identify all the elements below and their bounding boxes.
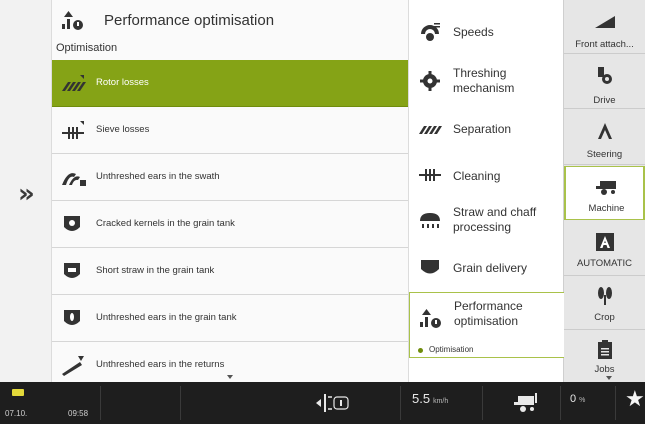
returns-icon [62,356,84,376]
percent-unit: % [579,397,586,404]
status-date: 07.10. [5,409,28,418]
percent-value: 0 [570,393,577,405]
tab-jobs[interactable]: Jobs [564,330,645,382]
list-item-label: Short straw in the grain tank [96,265,215,276]
tab-label: Jobs [594,364,615,375]
harvester-status-icon [514,393,537,412]
divider [615,386,616,420]
crop-icon [598,287,612,305]
divider [560,386,561,420]
drive-icon [598,67,612,84]
ground-speed: 5.5 km/h [412,391,448,406]
gear-range-icon [316,394,349,412]
steering-icon [598,123,612,139]
menu-item-straw-chaff[interactable]: Straw and chaff processing [409,197,565,244]
status-bar: 07.10. 09:58 5.5 km/h 0% ★ [0,382,645,424]
list-item-label: Sieve losses [96,124,150,135]
tab-label: Drive [593,95,616,106]
list-item-label: Cracked kernels in the grain tank [96,218,235,229]
menu-item-label: Separation [453,122,512,136]
tab-label: Front attach... [575,39,634,50]
list-item-label: Unthreshed ears in the returns [96,359,225,370]
tab-automatic[interactable]: AUTOMATIC [564,222,645,276]
expand-chevron-button[interactable]: » [18,181,40,207]
page-title: Performance optimisation [104,12,275,29]
divider [100,386,101,420]
list-item-label: Unthreshed ears in the swath [96,171,220,182]
rotor-losses-icon [62,75,86,91]
divider [180,386,181,420]
grain-tank-ears-icon [64,310,80,325]
speeds-icon [421,23,440,41]
list-item-rotor-losses[interactable]: Rotor losses [52,60,408,107]
list-item-cracked-kernels[interactable]: Cracked kernels in the grain tank [52,201,408,248]
list-item-short-straw[interactable]: Short straw in the grain tank [52,248,408,295]
menu-item-cleaning[interactable]: Cleaning [409,152,565,199]
list-item-sieve-losses[interactable]: Sieve losses [52,107,408,154]
favourite-star-button[interactable]: ★ [625,387,645,412]
speed-unit: km/h [433,398,449,405]
scroll-down-arrow-icon[interactable] [606,376,612,380]
active-dot-icon [418,348,423,353]
main-panel: Performance optimisation Optimisation Ro… [52,0,408,382]
tab-machine[interactable]: Machine [564,166,645,220]
grain-tank-straw-icon [64,263,80,278]
list-item-grain-tank-ears[interactable]: Unthreshed ears in the grain tank [52,295,408,342]
menu-item-threshing[interactable]: Threshing mechanism [409,58,565,105]
performance-optimisation-icon [62,11,83,30]
list-item-label: Unthreshed ears in the grain tank [96,312,237,323]
front-attachment-icon [595,16,615,28]
menu-item-label: Straw and chaff processing [453,205,537,234]
grain-tank-icon [64,216,80,231]
status-time: 09:58 [68,409,89,418]
tab-steering[interactable]: Steering [564,111,645,165]
straw-chaff-icon [420,213,440,228]
category-menu: Speeds Threshing mechanism Separation Cl… [408,0,565,382]
menu-item-grain-delivery[interactable]: Grain delivery [409,244,565,291]
menu-item-label: Cleaning [453,169,501,183]
tab-label: AUTOMATIC [576,258,633,269]
automatic-a-icon [596,233,614,251]
menu-item-speeds[interactable]: Speeds [409,9,565,56]
divider [482,386,483,420]
section-label: Optimisation [56,42,118,54]
tab-front-attachment[interactable]: Front attach... [564,0,645,54]
menu-item-separation[interactable]: Separation [409,105,565,152]
tab-crop[interactable]: Crop [564,276,645,330]
cleaning-icon [419,169,441,181]
page-header: Performance optimisation [52,0,408,40]
menu-item-label: Speeds [453,25,494,39]
tab-label: Steering [586,149,623,160]
tab-label: Machine [588,203,625,214]
scroll-down-arrow-icon[interactable] [227,375,233,379]
swath-ears-icon [62,173,86,186]
list-item-swath[interactable]: Unthreshed ears in the swath [52,154,408,201]
threshing-gear-icon [420,71,440,91]
grain-delivery-icon [421,260,439,274]
sieve-losses-icon [62,121,84,139]
tab-label: Crop [594,312,615,323]
battery-icon [12,389,24,396]
performance-optimisation-icon [420,309,441,328]
menu-item-label: Grain delivery [453,261,528,275]
menu-item-label: Performance optimisation [454,299,523,328]
left-panel: » [0,0,52,382]
main-tabs: Front attach... Drive Steering Machine A… [564,0,645,382]
menu-subitem-label: Optimisation [429,345,474,354]
separation-icon [419,126,442,134]
menu-subitem-optimisation[interactable]: Optimisation [408,342,564,358]
throughput-percent: 0% [570,393,585,405]
speed-value: 5.5 [412,391,431,406]
list-item-label: Rotor losses [96,77,149,88]
divider [400,386,401,420]
tab-drive[interactable]: Drive [564,55,645,109]
combine-harvester-icon [596,181,616,195]
screen: » Performance optimisation Optimisation … [0,0,645,424]
optimisation-list: Rotor losses Sieve losses Unthreshed ear… [52,60,408,376]
jobs-clipboard-icon [598,340,612,359]
list-item-returns[interactable]: Unthreshed ears in the returns [52,342,408,376]
menu-item-label: Threshing mechanism [453,66,515,95]
